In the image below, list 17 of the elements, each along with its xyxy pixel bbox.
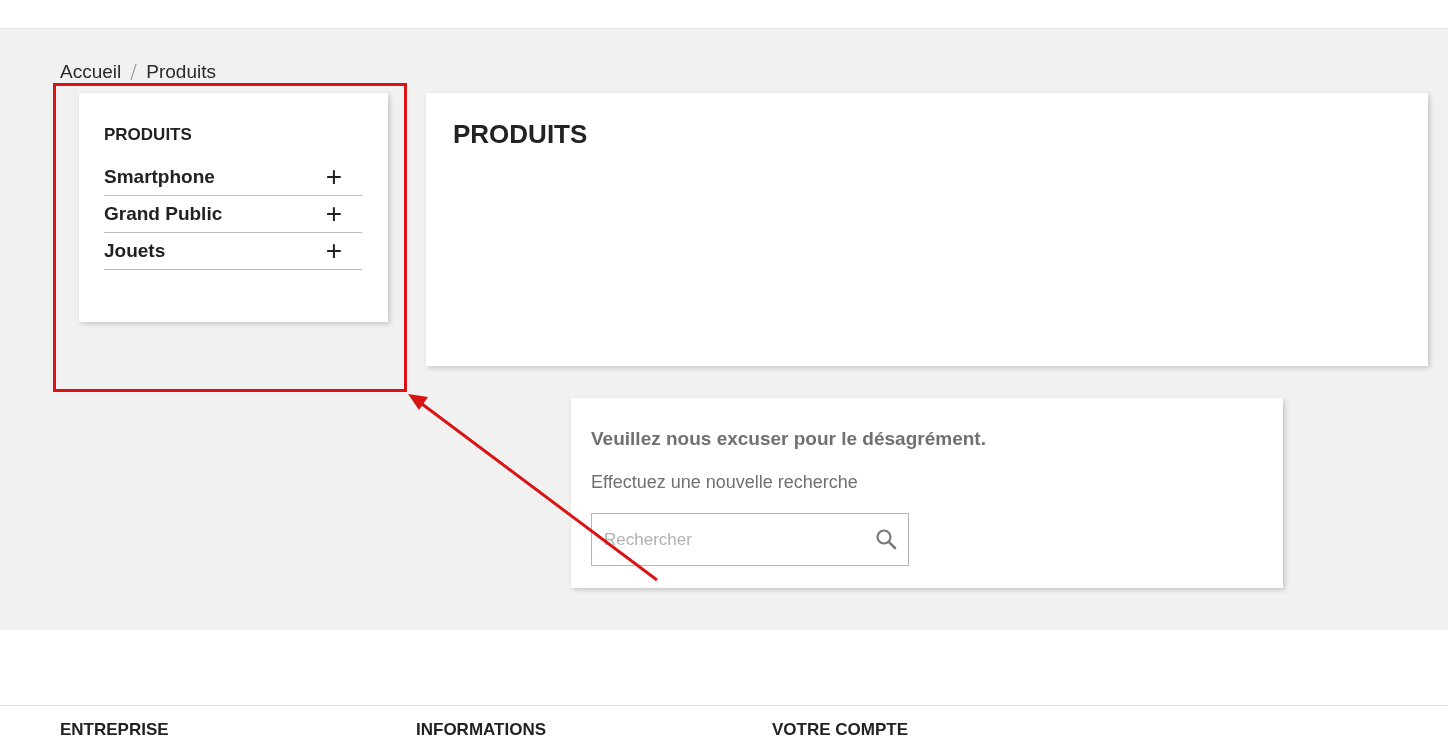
category-link[interactable]: Jouets [104,240,166,262]
category-title: PRODUITS [104,125,193,145]
notice-title: Veuillez nous excuser pour le désagrément. [591,428,987,450]
notice-text: Effectuez une nouvelle recherche [591,472,859,493]
footer-heading: ENTREPRISE [60,720,170,740]
page-title: PRODUITS [453,119,589,150]
breadcrumb-link[interactable]: Accueil [60,61,122,83]
category-link[interactable]: Smartphone [104,166,215,188]
category-link[interactable]: Grand Public [104,203,223,225]
search-icon[interactable] [875,528,897,550]
expand-toggle[interactable]: + [325,237,342,265]
footer-heading: VOTRE COMPTE [772,720,909,740]
breadcrumb-link[interactable]: Produits [146,61,216,83]
footer-heading: INFORMATIONS [416,720,547,740]
expand-toggle[interactable]: + [325,163,342,191]
expand-toggle[interactable]: + [325,200,342,228]
search-field[interactable]: Rechercher [591,513,909,566]
